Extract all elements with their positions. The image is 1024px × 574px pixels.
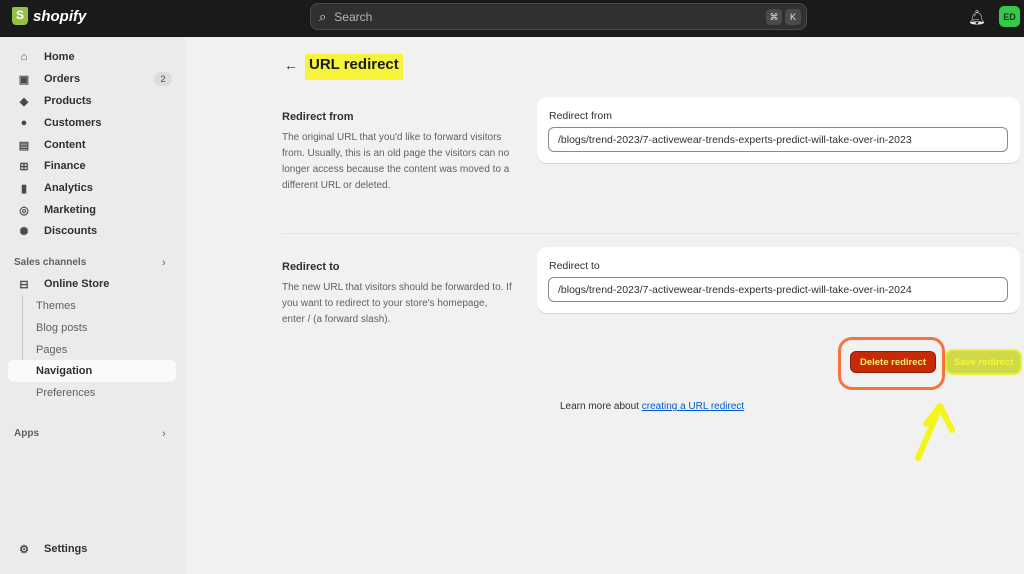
redirect-from-input[interactable]: /blogs/trend-2023/7-activewear-trends-ex…	[548, 127, 1008, 152]
sidebar-item-home[interactable]: ⌂ Home	[8, 46, 176, 68]
sidebar-item-discounts[interactable]: ✺ Discounts	[8, 220, 176, 242]
chevron-right-icon[interactable]: ›	[162, 428, 166, 440]
sidebar-item-label: Analytics	[44, 182, 93, 194]
shopify-bag-icon	[12, 7, 28, 25]
redirect-from-card: Redirect from /blogs/trend-2023/7-active…	[537, 97, 1020, 163]
orders-count-badge: 2	[154, 72, 172, 86]
sidebar-subitem-themes[interactable]: Themes	[8, 295, 176, 317]
annotation-arrow-icon	[915, 403, 955, 461]
search-icon: ⌕	[319, 8, 327, 24]
sidebar-item-label: Marketing	[44, 204, 96, 216]
redirect-to-field-label: Redirect to	[549, 260, 600, 272]
orders-icon: ▣	[18, 73, 30, 86]
bank-icon: ⊞	[19, 160, 29, 173]
sidebar-item-label: Online Store	[44, 278, 110, 290]
sidebar-item-customers[interactable]: ● Customers	[8, 112, 176, 134]
sidebar-item-online-store[interactable]: ⊟ Online Store	[8, 273, 176, 295]
shopify-logo[interactable]: shopify	[12, 7, 86, 25]
discount-icon: ✺	[19, 225, 29, 238]
learn-more-text: Learn more about creating a URL redirect	[560, 401, 744, 412]
search-placeholder: Search	[334, 9, 373, 24]
learn-more-prefix: Learn more about	[560, 401, 639, 412]
sidebar-item-label: Content	[44, 139, 86, 151]
sidebar-item-label: Discounts	[44, 225, 98, 237]
learn-more-link[interactable]: creating a URL redirect	[642, 401, 744, 412]
sidebar-item-label: Customers	[44, 117, 102, 129]
k-key: K	[785, 9, 801, 25]
sidebar-item-orders[interactable]: ▣ Orders 2	[8, 68, 176, 90]
sidebar-subitem-blog-posts[interactable]: Blog posts	[8, 317, 176, 339]
sidebar-item-marketing[interactable]: ◎ Marketing	[8, 199, 176, 221]
section-divider	[282, 233, 1020, 234]
sidebar-item-analytics[interactable]: ▮ Analytics	[8, 177, 176, 199]
sidebar-subitem-navigation[interactable]: Navigation	[8, 360, 176, 382]
gear-icon: ⚙	[19, 543, 29, 556]
sidebar-item-label: Settings	[44, 543, 88, 555]
back-arrow-icon[interactable]: ←	[284, 57, 298, 73]
sidebar-item-label: Orders	[44, 73, 81, 85]
sidebar-item-content[interactable]: ▤ Content	[8, 134, 176, 156]
redirect-to-heading: Redirect to	[282, 261, 340, 273]
sidebar-item-settings[interactable]: ⚙ Settings	[8, 538, 176, 560]
search-bar[interactable]: ⌕ Search ⌘ K	[310, 3, 807, 30]
home-icon: ⌂	[20, 51, 28, 63]
redirect-to-input[interactable]: /blogs/trend-2023/7-activewear-trends-ex…	[548, 277, 1008, 302]
top-bar: shopify ⌕ Search ⌘ K 🔔︎ ED	[0, 0, 1024, 37]
tag-icon: ◆	[19, 95, 29, 108]
command-key: ⌘	[766, 9, 782, 25]
brand-name: shopify	[33, 7, 87, 25]
sales-channels-heading: Sales channels	[14, 257, 87, 268]
person-icon: ●	[20, 117, 28, 129]
sidebar-item-products[interactable]: ◆ Products	[8, 90, 176, 112]
sidebar-item-label: Finance	[44, 160, 86, 172]
target-icon: ◎	[19, 204, 29, 217]
sidebar-item-label: Home	[44, 51, 75, 63]
redirect-from-heading: Redirect from	[282, 111, 354, 123]
redirect-to-description: The new URL that visitors should be forw…	[282, 282, 512, 325]
delete-redirect-button[interactable]: Delete redirect	[850, 351, 936, 373]
sidebar-subitem-preferences[interactable]: Preferences	[8, 382, 176, 404]
save-redirect-button[interactable]: Save redirect	[947, 351, 1020, 373]
apps-heading: Apps	[14, 428, 39, 439]
redirect-from-description: The original URL that you'd like to forw…	[282, 132, 510, 191]
bar-chart-icon: ▮	[20, 182, 28, 195]
chevron-right-icon[interactable]: ›	[162, 257, 166, 269]
redirect-from-field-label: Redirect from	[549, 110, 613, 122]
bell-icon[interactable]: 🔔︎	[968, 9, 986, 26]
avatar[interactable]: ED	[999, 6, 1020, 27]
sidebar-item-finance[interactable]: ⊞ Finance	[8, 155, 176, 177]
redirect-to-card: Redirect to /blogs/trend-2023/7-activewe…	[537, 247, 1020, 313]
content-icon: ▤	[18, 139, 30, 152]
page-title: URL redirect	[305, 54, 403, 80]
sidebar-subitem-pages[interactable]: Pages	[8, 339, 176, 361]
store-icon: ⊟	[19, 278, 29, 291]
sidebar-item-label: Products	[44, 95, 92, 107]
